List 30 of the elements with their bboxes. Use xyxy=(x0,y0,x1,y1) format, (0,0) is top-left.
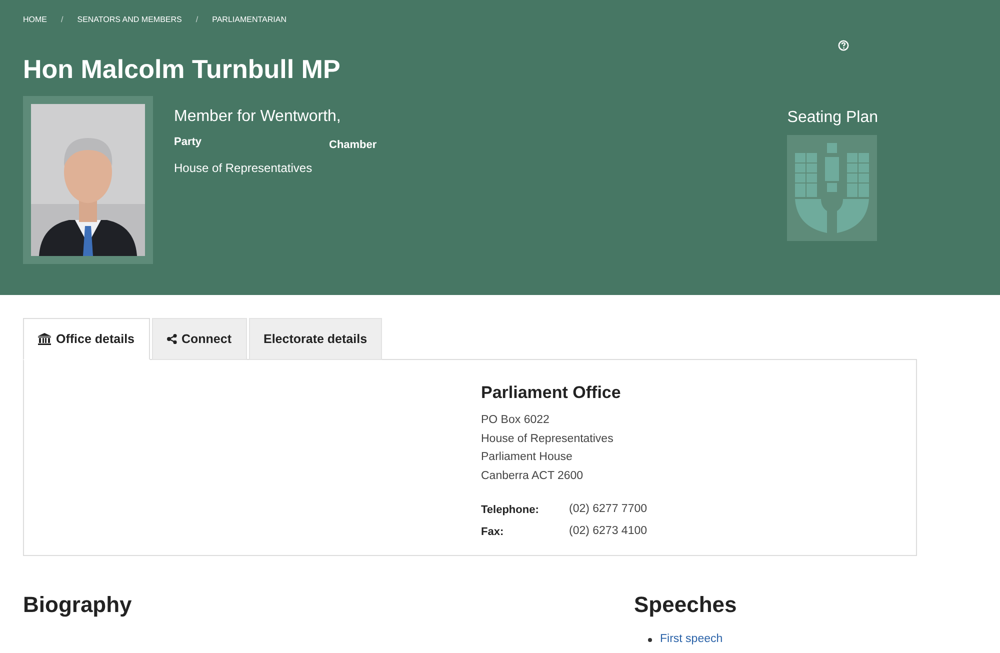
contact-label: Telephone: xyxy=(481,502,540,518)
contact-value: (02) 6277 7700 xyxy=(569,502,648,518)
speech-link[interactable]: First speech xyxy=(660,631,723,648)
breadcrumb-link[interactable]: PARLIAMENTARIAN xyxy=(212,14,286,26)
chamber-label: Chamber xyxy=(329,138,377,153)
breadcrumb-separator: / xyxy=(61,14,64,26)
bullet-icon xyxy=(648,638,652,642)
breadcrumb-link[interactable]: SENATORS AND MEMBERS xyxy=(77,14,182,26)
tab[interactable]: Office details xyxy=(23,318,150,360)
office-heading: Parliament Office xyxy=(481,382,622,404)
share-icon xyxy=(166,334,176,344)
party-label: Party xyxy=(174,135,203,150)
chamber-value: House of Representatives xyxy=(174,160,314,176)
breadcrumb-link[interactable]: HOME xyxy=(23,14,47,26)
address-line: Parliament House xyxy=(481,450,574,465)
help-icon[interactable] xyxy=(838,40,849,51)
contact-value: (02) 6273 4100 xyxy=(569,524,648,540)
tab[interactable]: Electorate details xyxy=(248,318,382,360)
breadcrumb-separator: / xyxy=(196,14,198,26)
biography-heading: Biography xyxy=(23,591,133,619)
page-title: Hon Malcolm Turnbull MP xyxy=(23,53,340,86)
address-line: PO Box 6022 xyxy=(481,413,550,428)
tab[interactable]: Connect xyxy=(152,318,246,360)
building-icon xyxy=(38,333,51,345)
contact-label: Fax: xyxy=(481,524,505,540)
speeches-heading: Speeches xyxy=(634,591,737,619)
address-line: Canberra ACT 2600 xyxy=(481,468,584,484)
electorate-text: Member for Wentworth, xyxy=(174,107,342,127)
address-line: House of Representatives xyxy=(481,432,614,446)
seating-plan-title: Seating Plan xyxy=(787,108,878,128)
